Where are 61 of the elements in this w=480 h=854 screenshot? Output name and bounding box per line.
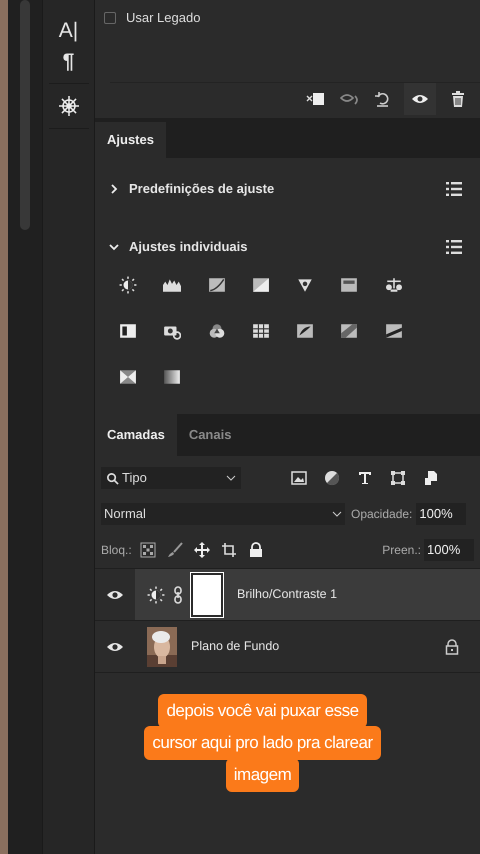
layer-name: Brilho/Contraste 1	[237, 586, 338, 604]
ship-wheel-icon	[58, 95, 80, 117]
chevron-down-icon	[226, 475, 236, 481]
bowtie-icon	[119, 368, 137, 386]
crop-icon	[220, 542, 237, 558]
smart-object-filter-icon	[423, 470, 439, 486]
lock-label: Bloq.:	[101, 542, 132, 559]
lock-icon	[248, 542, 264, 558]
brightness-icon	[147, 586, 165, 604]
invert-icon	[296, 322, 314, 340]
exposure-icon	[252, 276, 270, 294]
brush-icon	[166, 542, 183, 558]
fill-field[interactable]: 100%	[424, 539, 474, 561]
section-header[interactable]: Ajustes individuais	[109, 237, 248, 257]
adjustment-filter-icon	[324, 470, 340, 486]
diagonal-gradient-icon	[340, 322, 358, 340]
chevron-down-icon	[332, 511, 342, 517]
eye-icon	[411, 92, 429, 104]
fill-label: Preen.:	[382, 542, 421, 559]
section-header[interactable]: Predefinições de ajuste	[109, 179, 274, 199]
gradient-icon	[163, 368, 182, 386]
panel-tab[interactable]: Camadas	[95, 414, 177, 456]
half-square-icon	[119, 322, 137, 340]
curves-grid-icon	[208, 276, 226, 294]
opacity-field[interactable]: 100%	[416, 503, 466, 525]
character-panel-glyph[interactable]: A|	[58, 20, 78, 41]
panel-tab[interactable]: Ajustes	[95, 122, 166, 158]
color-bars-icon	[340, 276, 358, 294]
chevron-down-icon	[109, 242, 119, 252]
chevron-right-icon	[109, 184, 119, 194]
sun-icon	[119, 276, 137, 294]
type-filter-icon	[357, 470, 373, 486]
menu-icon	[446, 239, 462, 255]
lock-pixels-icon	[140, 542, 156, 558]
panel-tab[interactable]: Canais	[176, 414, 244, 456]
layer-filter-dropdown[interactable]: Tipo	[101, 467, 241, 489]
lock-icon	[444, 638, 460, 654]
mask-thumbnail[interactable]	[191, 572, 223, 616]
layer-row[interactable]: Brilho/Contraste 1	[135, 569, 480, 620]
reset-icon	[374, 90, 390, 106]
trash-icon	[450, 90, 466, 106]
scales-icon	[384, 276, 403, 294]
layer-row[interactable]: Plano de Fundo	[135, 621, 480, 672]
layer-name: Plano de Fundo	[191, 638, 280, 656]
visibility-button[interactable]	[404, 82, 436, 114]
scrollbar[interactable]	[20, 0, 30, 230]
clip-to-layer-icon	[306, 90, 326, 106]
grid-icon	[252, 322, 270, 340]
search-icon	[106, 472, 119, 484]
paragraph-panel-glyph[interactable]: ¶	[62, 51, 74, 72]
move-icon	[194, 542, 210, 558]
shape-filter-icon	[390, 470, 406, 486]
link-icon	[173, 586, 183, 604]
blend-mode-dropdown[interactable]: Normal	[101, 503, 345, 525]
image-filter-icon	[291, 470, 307, 486]
opacity-label: Opacidade:	[351, 506, 412, 523]
checkbox-label: Usar Legado	[126, 9, 200, 27]
legacy-checkbox[interactable]	[104, 12, 116, 24]
color-circles-icon	[208, 322, 226, 340]
menu-icon	[446, 181, 462, 197]
threshold-icon	[384, 322, 403, 340]
